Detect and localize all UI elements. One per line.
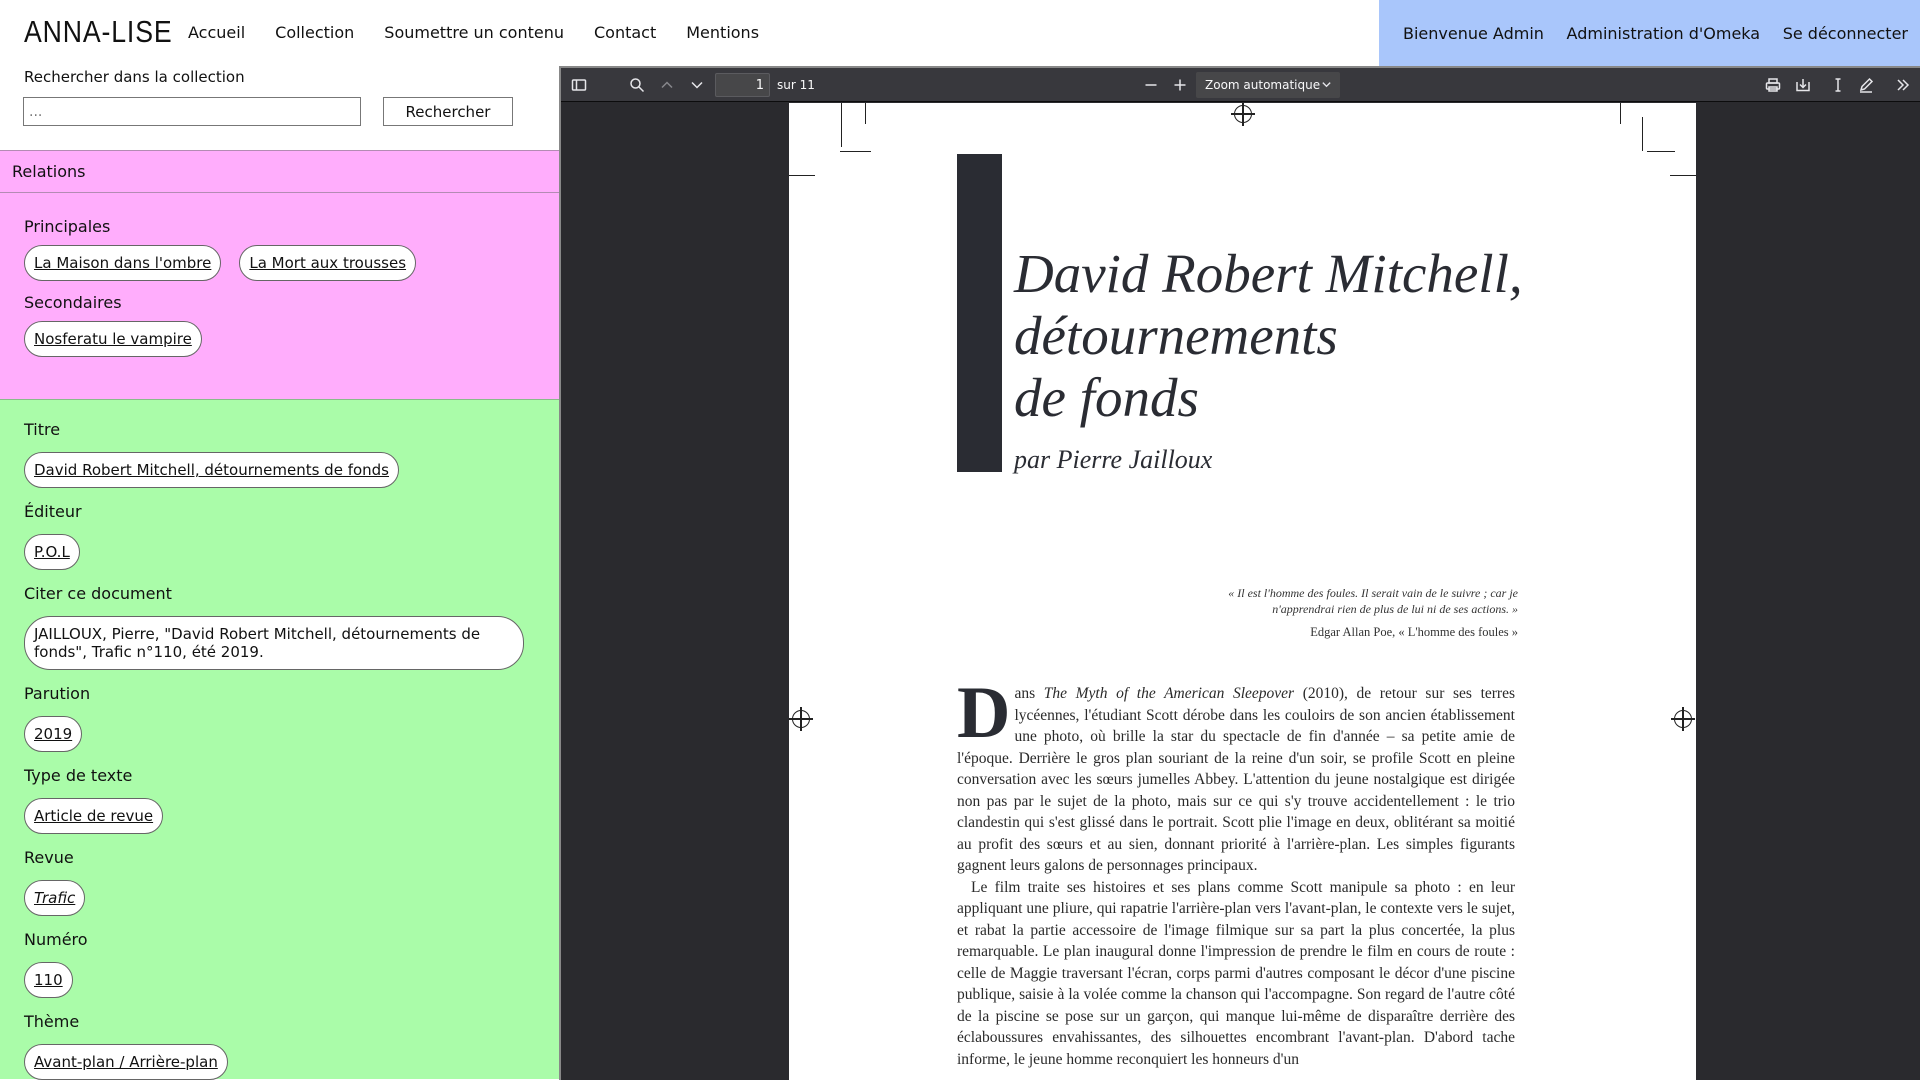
pdf-viewer: sur 11 Zoom automatique [559,66,1920,1080]
nav-soumettre[interactable]: Soumettre un contenu [384,23,564,42]
registration-mark-icon [789,707,813,731]
crop-mark [840,151,871,153]
admin-bar: Bienvenue Admin Administration d'Omeka S… [1379,0,1920,66]
pdf-canvas[interactable]: David Robert Mitchell, détournements de … [561,103,1920,1080]
metadata-panel: Titre David Robert Mitchell, détournemen… [0,399,559,1080]
field-review: Revue Trafic [24,848,559,916]
field-theme: Thème Avant-plan / Arrière-plan [24,1012,559,1080]
nav-contact[interactable]: Contact [594,23,656,42]
principal-relations: La Maison dans l'ombre La Mort aux trous… [0,245,559,281]
search-button[interactable]: Rechercher [383,97,513,126]
crop-mark [789,175,815,177]
epigraph-source: Edgar Allan Poe, « L'homme des foules » [1310,625,1518,639]
field-publisher: Éditeur P.O.L [24,502,559,570]
paragraph-1: Dans The Myth of the American Sleepover … [957,672,1515,877]
logout-link[interactable]: Se déconnecter [1783,24,1908,43]
citation-label: Citer ce document [24,584,172,603]
pdf-toolbar: sur 11 Zoom automatique [561,68,1920,102]
field-title: Titre David Robert Mitchell, détournemen… [24,420,559,488]
page-number-input[interactable] [715,73,770,97]
sidebar-toggle-icon[interactable] [570,76,588,94]
download-icon[interactable] [1794,76,1812,94]
zoom-select-value: Zoom automatique [1205,78,1321,92]
print-icon[interactable] [1764,76,1782,94]
issue-value[interactable]: 110 [24,962,73,998]
principal-label: Principales [24,217,111,236]
top-bar: ANNA-LISE Accueil Collection Soumettre u… [0,0,1920,66]
paragraph-1-rest: (2010), de retour sur ses terres lycéenn… [957,685,1515,874]
field-text-type: Type de texte Article de revue [24,766,559,834]
next-page-icon[interactable] [688,76,706,94]
crop-mark [865,103,867,124]
document-title-line: détournements [1014,305,1338,366]
relation-nosferatu-le-vampire[interactable]: Nosferatu le vampire [24,321,202,357]
drop-cap: D [957,672,1011,754]
welcome-admin-link[interactable]: Bienvenue Admin [1403,24,1544,43]
review-label: Revue [24,848,74,867]
citation-value: JAILLOUX, Pierre, "David Robert Mitchell… [24,616,524,670]
document-title-line: de fonds [1014,367,1199,428]
previous-page-icon[interactable] [658,76,676,94]
epigraph: « Il est l'homme des foules. Il serait v… [1228,586,1518,616]
paragraph-2: Le film traite ses histoires et ses plan… [957,878,1515,1068]
secondary-label: Secondaires [24,293,122,312]
text-type-value[interactable]: Article de revue [24,798,164,834]
pdf-page: David Robert Mitchell, détournements de … [789,103,1696,1080]
title-value[interactable]: David Robert Mitchell, détournements de … [24,452,399,488]
item-sidebar: Rechercher dans la collection Rechercher… [0,66,559,1080]
crop-mark [1647,151,1675,153]
publisher-value[interactable]: P.O.L [24,534,80,570]
secondary-relations: Nosferatu le vampire [0,321,559,357]
nav-accueil[interactable]: Accueil [188,23,245,42]
theme-label: Thème [24,1012,80,1031]
review-value[interactable]: Trafic [24,880,86,916]
field-citation: Citer ce document JAILLOUX, Pierre, "Dav… [24,584,559,670]
nav-mentions[interactable]: Mentions [686,23,759,42]
omeka-admin-link[interactable]: Administration d'Omeka [1567,24,1761,43]
year-label: Parution [24,684,91,703]
search-label: Rechercher dans la collection [24,68,245,86]
relations-panel: Relations Principales La Maison dans l'o… [0,150,559,399]
main-nav: Accueil Collection Soumettre un contenu … [188,23,759,42]
field-year: Parution 2019 [24,684,559,752]
pen-icon[interactable] [1857,76,1875,94]
issue-label: Numéro [24,930,88,949]
registration-mark-icon [1671,707,1695,731]
crop-mark [841,103,843,147]
crop-mark [1620,103,1622,124]
relation-la-mort-aux-trousses[interactable]: La Mort aux trousses [239,245,417,281]
zoom-out-icon[interactable] [1142,76,1160,94]
search-input[interactable] [23,97,361,126]
crop-mark [1670,175,1696,177]
zoom-in-icon[interactable] [1171,76,1189,94]
document-title: David Robert Mitchell, détournements de … [1014,243,1654,429]
paragraph-1-start: ans [1014,685,1044,702]
relation-la-maison-dans-l-ombre[interactable]: La Maison dans l'ombre [24,245,222,281]
publisher-label: Éditeur [24,502,82,521]
nav-collection[interactable]: Collection [275,23,354,42]
year-value[interactable]: 2019 [24,716,83,752]
text-cursor-icon[interactable] [1829,76,1847,94]
site-logo[interactable]: ANNA-LISE [24,14,172,50]
theme-value[interactable]: Avant-plan / Arrière-plan [24,1044,228,1080]
title-label: Titre [24,420,61,439]
more-tools-icon[interactable] [1894,76,1912,94]
document-title-line: David Robert Mitchell, [1014,243,1523,304]
zoom-select[interactable]: Zoom automatique [1196,72,1340,98]
relations-heading: Relations [0,151,559,193]
search-icon[interactable] [628,76,646,94]
text-type-label: Type de texte [24,766,133,785]
document-author: par Pierre Jailloux [1014,445,1213,474]
film-title: The Myth of the American Sleepover [1043,685,1295,702]
chevron-down-icon [1321,79,1332,93]
document-body: Dans The Myth of the American Sleepover … [957,672,1515,1070]
field-issue: Numéro 110 [24,930,559,998]
crop-mark [1642,117,1644,151]
title-accent-bar [957,154,1002,472]
registration-mark-icon [1231,103,1255,126]
page-count: sur 11 [777,78,815,92]
search-panel: Rechercher dans la collection Rechercher [0,66,559,150]
